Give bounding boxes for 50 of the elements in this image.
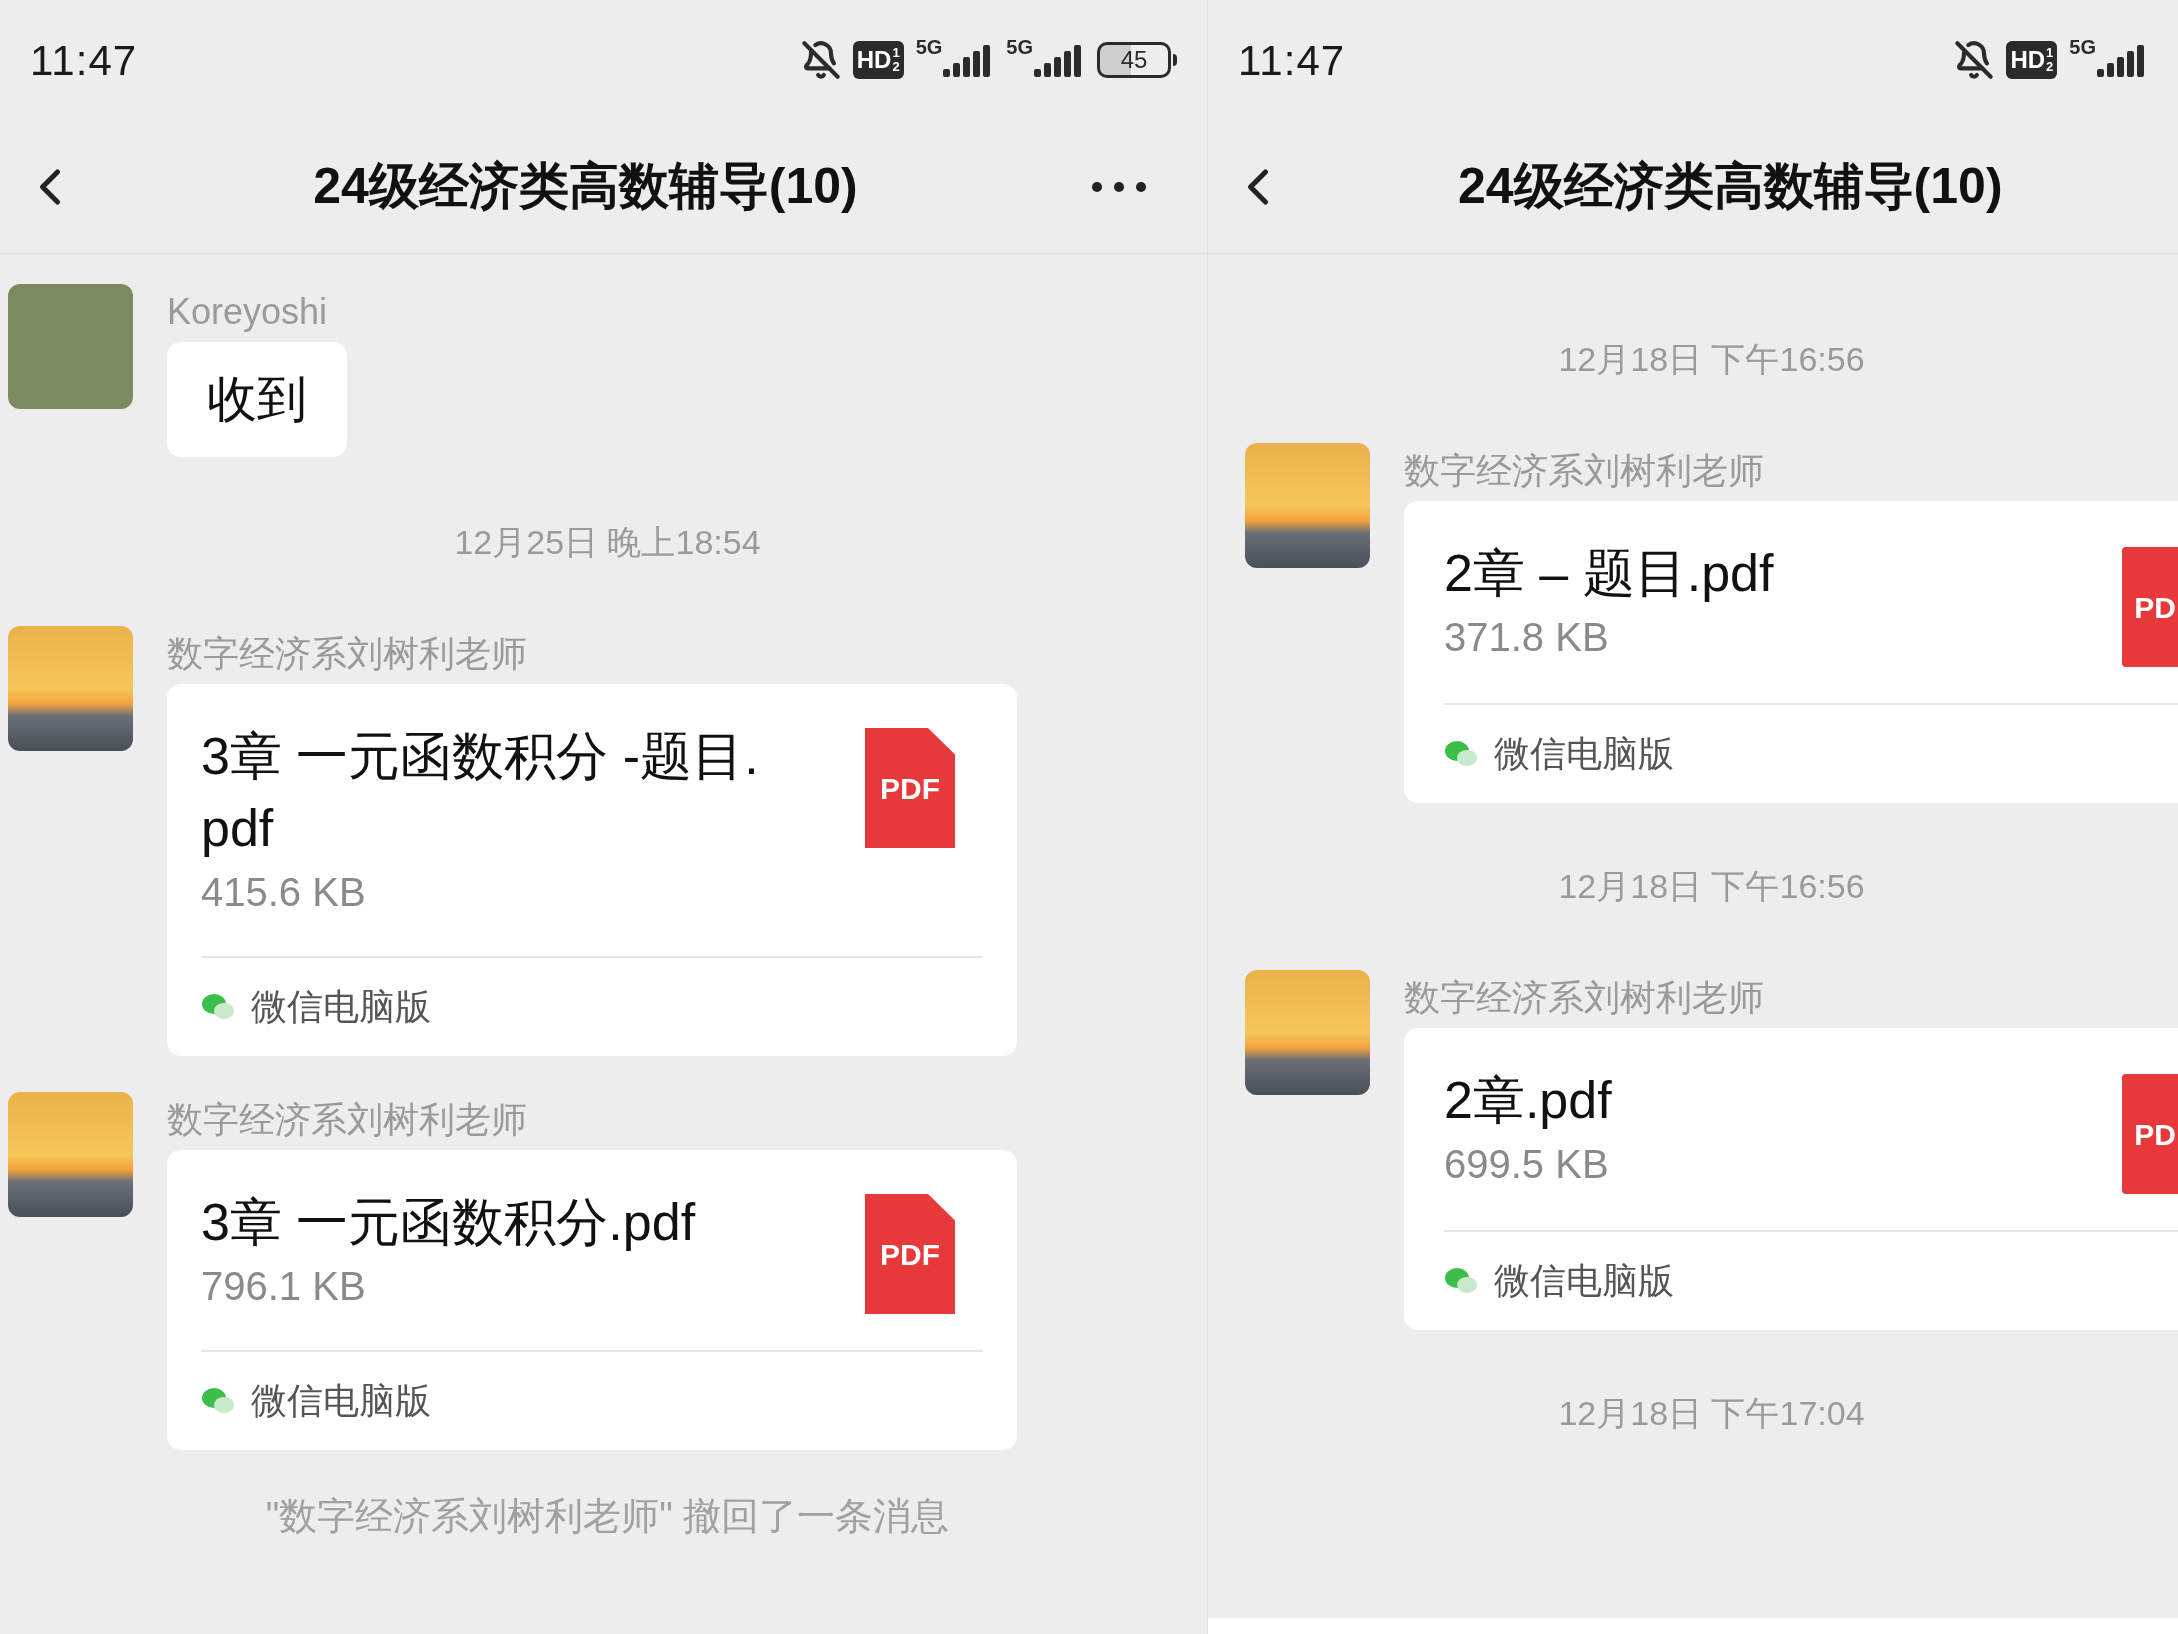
chat-bubbles-icon	[201, 992, 235, 1022]
file-name: 3章 一元函数积分 -题目.pdf	[201, 726, 760, 859]
muted-bell-icon	[800, 40, 841, 80]
timestamp: 12月18日 下午17:04	[1558, 1393, 1865, 1434]
file-card[interactable]: 2章 – 题目.pdf 371.8 KB PD 微信电脑版	[1404, 501, 2178, 803]
file-name: 2章 – 题目.pdf	[1444, 543, 1775, 604]
timestamp: 12月18日 下午16:56	[1558, 339, 1865, 380]
chat-bubbles-icon	[1444, 1266, 1478, 1296]
chat-title: 24级经济类高数辅导(10)	[312, 157, 859, 216]
pdf-file-icon: PDF	[865, 1194, 955, 1314]
file-card[interactable]: 2章.pdf 699.5 KB PD 微信电脑版	[1404, 1028, 2178, 1330]
file-source: 微信电脑版	[251, 1379, 431, 1423]
file-source: 微信电脑版	[251, 985, 431, 1029]
file-size: 796.1 KB	[201, 1263, 367, 1310]
file-source: 微信电脑版	[1494, 1259, 1674, 1303]
clock-time: 11:47	[30, 35, 138, 86]
file-card[interactable]: 3章 一元函数积分.pdf 796.1 KB PDF 微信电脑版	[167, 1150, 1017, 1450]
file-source: 微信电脑版	[1494, 732, 1674, 776]
message-bubble[interactable]: 收到	[167, 342, 347, 457]
file-card[interactable]: 3章 一元函数积分 -题目.pdf 415.6 KB PDF 微信电脑版	[167, 684, 1017, 1056]
timestamp: 12月25日 晚上18:54	[454, 522, 761, 563]
network-label: 5G	[915, 37, 943, 57]
pdf-file-icon: PD	[2122, 1074, 2178, 1194]
file-name: 2章.pdf	[1444, 1070, 1613, 1131]
sender-name: 数字经济系刘树利老师	[167, 1098, 528, 1142]
pdf-file-icon: PD	[2122, 547, 2178, 667]
chat-bubbles-icon	[1444, 739, 1478, 769]
pdf-file-icon: PDF	[865, 728, 955, 848]
more-icon[interactable]	[1091, 180, 1147, 193]
photo-placeholder[interactable]	[1245, 443, 1370, 568]
photo-placeholder[interactable]	[1245, 970, 1370, 1095]
timestamp: 12月18日 下午16:56	[1558, 866, 1865, 907]
photo-placeholder[interactable]	[8, 1092, 133, 1217]
sender-name: Koreyoshi	[167, 290, 328, 334]
chat-bubbles-icon	[201, 1386, 235, 1416]
file-size: 415.6 KB	[201, 869, 367, 916]
network-label: 5G	[2069, 37, 2096, 57]
network-label: 5G	[1006, 37, 1033, 57]
sender-name: 数字经济系刘树利老师	[1404, 976, 1765, 1020]
sender-name: 数字经济系刘树利老师	[1404, 449, 1765, 493]
sender-name: 数字经济系刘树利老师	[167, 632, 528, 676]
recall-notice: "数字经济系刘树利老师" 撤回了一条消息	[265, 1494, 950, 1539]
muted-bell-icon	[1954, 40, 1995, 80]
file-size: 699.5 KB	[1444, 1141, 1610, 1188]
file-size: 371.8 KB	[1444, 614, 1610, 661]
battery-indicator: 45	[1097, 42, 1177, 78]
clock-time: 11:47	[1238, 35, 1346, 86]
chat-title: 24级经济类高数辅导(10)	[1458, 157, 2003, 216]
file-name: 3章 一元函数积分.pdf	[201, 1192, 697, 1253]
photo-placeholder[interactable]	[8, 626, 133, 751]
